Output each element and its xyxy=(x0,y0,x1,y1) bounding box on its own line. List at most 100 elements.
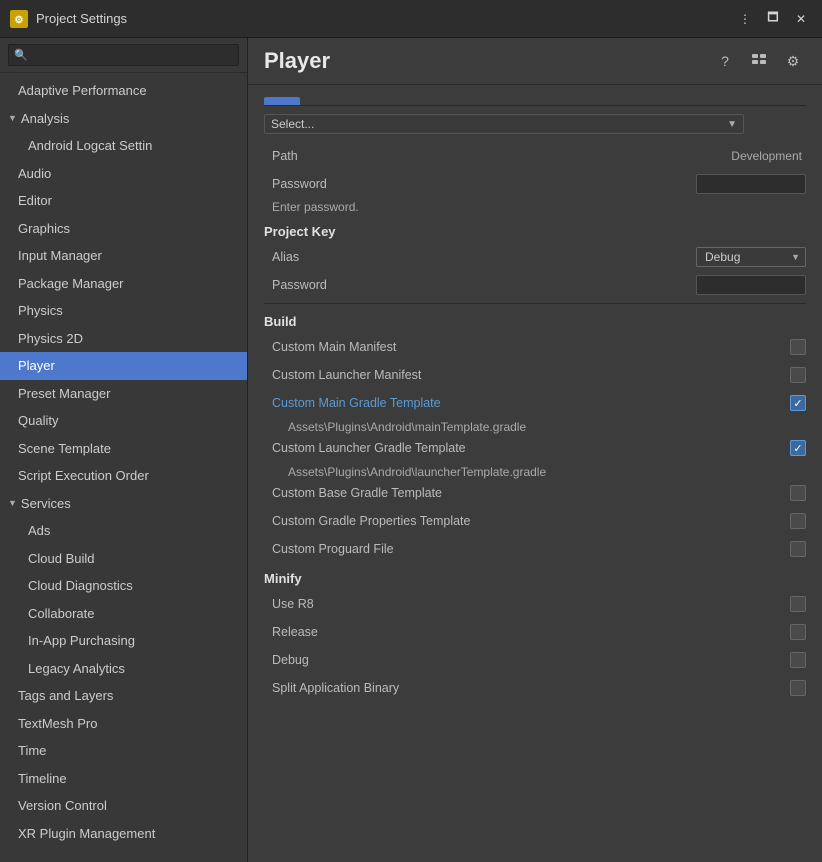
page-title: Player xyxy=(264,48,712,74)
sidebar-item-audio[interactable]: Audio xyxy=(0,160,247,188)
expand-icon-services: ▼ xyxy=(8,497,17,511)
custom-base-gradle-label: Custom Base Gradle Template xyxy=(264,486,790,500)
launcher-gradle-path-row: Assets\Plugins\Android\launcherTemplate.… xyxy=(264,464,806,479)
custom-base-gradle-checkbox[interactable] xyxy=(790,485,806,501)
minify-section: Minify xyxy=(264,571,806,586)
alias-dropdown-wrapper: Debug Release ▼ xyxy=(696,247,806,267)
custom-launcher-manifest-checkbox[interactable] xyxy=(790,367,806,383)
debug-checkbox[interactable] xyxy=(790,652,806,668)
password-row-2: Password xyxy=(264,273,806,297)
main-gradle-path-row: Assets\Plugins\Android\mainTemplate.grad… xyxy=(264,419,806,434)
platform-tab[interactable] xyxy=(264,97,300,105)
build-item-6: Custom Proguard File xyxy=(264,537,806,561)
build-item-0: Custom Main Manifest xyxy=(264,335,806,359)
minify-item-0: Use R8 xyxy=(264,592,806,616)
sidebar-item-in-app-purchasing[interactable]: In-App Purchasing xyxy=(0,627,247,655)
sidebar-item-version-control[interactable]: Version Control xyxy=(0,792,247,820)
window-title: Project Settings xyxy=(36,11,734,26)
content-area: Player ? ⚙ xyxy=(248,38,822,862)
layout-button[interactable] xyxy=(746,48,772,74)
password-label-1: Password xyxy=(264,177,696,191)
path-row: Path Development xyxy=(264,144,806,168)
custom-main-manifest-label: Custom Main Manifest xyxy=(264,340,790,354)
svg-text:⚙: ⚙ xyxy=(15,15,24,26)
custom-main-gradle-label[interactable]: Custom Main Gradle Template xyxy=(264,396,790,410)
header-icons: ? ⚙ xyxy=(712,48,806,74)
sidebar-item-script-execution-order[interactable]: Script Execution Order xyxy=(0,462,247,490)
search-bar: 🔍 xyxy=(0,38,247,73)
title-bar: ⚙ Project Settings ⋮ 🗖 ✕ xyxy=(0,0,822,38)
sidebar-item-ads[interactable]: Ads xyxy=(0,517,247,545)
use-r8-label: Use R8 xyxy=(264,597,790,611)
sidebar-item-physics-2d[interactable]: Physics 2D xyxy=(0,325,247,353)
content-body: Select... ▼ Path Development Password En… xyxy=(248,85,822,862)
sidebar-item-package-manager[interactable]: Package Manager xyxy=(0,270,247,298)
custom-launcher-manifest-label: Custom Launcher Manifest xyxy=(264,368,790,382)
custom-launcher-gradle-checkbox[interactable]: ✓ xyxy=(790,440,806,456)
use-r8-checkbox[interactable] xyxy=(790,596,806,612)
sidebar-item-preset-manager[interactable]: Preset Manager xyxy=(0,380,247,408)
custom-launcher-gradle-label: Custom Launcher Gradle Template xyxy=(264,441,790,455)
main-gradle-path: Assets\Plugins\Android\mainTemplate.grad… xyxy=(288,420,526,434)
password-row-1: Password xyxy=(264,172,806,196)
password-input-2[interactable] xyxy=(696,275,806,295)
sidebar-list: Adaptive Performance ▼ Analysis Android … xyxy=(0,73,247,862)
close-button[interactable]: ✕ xyxy=(790,8,812,30)
sidebar-item-quality[interactable]: Quality xyxy=(0,407,247,435)
sidebar-item-textmesh-pro[interactable]: TextMesh Pro xyxy=(0,710,247,738)
build-item-2: Custom Main Gradle Template ✓ xyxy=(264,391,806,415)
minify-item-2: Debug xyxy=(264,648,806,672)
sidebar-item-android-logcat[interactable]: Android Logcat Settin xyxy=(0,132,247,160)
custom-main-manifest-checkbox[interactable] xyxy=(790,339,806,355)
sidebar-item-input-manager[interactable]: Input Manager xyxy=(0,242,247,270)
search-input[interactable] xyxy=(8,44,239,66)
sidebar-item-xr-plugin-management[interactable]: XR Plugin Management xyxy=(0,820,247,848)
alias-label: Alias xyxy=(264,250,696,264)
password-label-2: Password xyxy=(264,278,696,292)
select-row: Select... ▼ xyxy=(264,112,806,136)
release-checkbox[interactable] xyxy=(790,624,806,640)
split-app-binary-label: Split Application Binary xyxy=(264,681,790,695)
sidebar-item-timeline[interactable]: Timeline xyxy=(0,765,247,793)
select-dropdown[interactable]: Select... ▼ xyxy=(264,114,744,134)
sidebar: 🔍 Adaptive Performance ▼ Analysis Androi… xyxy=(0,38,248,862)
sidebar-item-player[interactable]: Player xyxy=(0,352,247,380)
build-section: Build xyxy=(264,314,806,329)
path-label: Path xyxy=(264,149,731,163)
build-item-5: Custom Gradle Properties Template xyxy=(264,509,806,533)
sidebar-item-physics[interactable]: Physics xyxy=(0,297,247,325)
sidebar-item-editor[interactable]: Editor xyxy=(0,187,247,215)
sidebar-item-graphics[interactable]: Graphics xyxy=(0,215,247,243)
development-label: Development xyxy=(731,149,806,163)
sidebar-item-tags-and-layers[interactable]: Tags and Layers xyxy=(0,682,247,710)
minify-item-1: Release xyxy=(264,620,806,644)
settings-button[interactable]: ⚙ xyxy=(780,48,806,74)
custom-proguard-checkbox[interactable] xyxy=(790,541,806,557)
sidebar-item-analysis[interactable]: ▼ Analysis xyxy=(0,105,247,133)
sidebar-item-scene-template[interactable]: Scene Template xyxy=(0,435,247,463)
split-app-binary-checkbox[interactable] xyxy=(790,680,806,696)
window-controls: ⋮ 🗖 ✕ xyxy=(734,8,812,30)
custom-main-gradle-checkbox[interactable]: ✓ xyxy=(790,395,806,411)
custom-gradle-properties-label: Custom Gradle Properties Template xyxy=(264,514,790,528)
custom-gradle-properties-checkbox[interactable] xyxy=(790,513,806,529)
sidebar-item-adaptive-performance[interactable]: Adaptive Performance xyxy=(0,77,247,105)
sidebar-item-cloud-diagnostics[interactable]: Cloud Diagnostics xyxy=(0,572,247,600)
help-button[interactable]: ? xyxy=(712,48,738,74)
expand-icon: ▼ xyxy=(8,112,17,126)
build-item-4: Custom Base Gradle Template xyxy=(264,481,806,505)
enter-password-note: Enter password. xyxy=(264,200,806,214)
sidebar-item-legacy-analytics[interactable]: Legacy Analytics xyxy=(0,655,247,683)
sidebar-item-services[interactable]: ▼ Services xyxy=(0,490,247,518)
alias-dropdown[interactable]: Debug Release xyxy=(696,247,806,267)
build-item-3: Custom Launcher Gradle Template ✓ xyxy=(264,436,806,460)
menu-button[interactable]: ⋮ xyxy=(734,8,756,30)
sidebar-item-collaborate[interactable]: Collaborate xyxy=(0,600,247,628)
password-input-1[interactable] xyxy=(696,174,806,194)
sidebar-item-cloud-build[interactable]: Cloud Build xyxy=(0,545,247,573)
app-icon: ⚙ xyxy=(10,10,28,28)
content-header: Player ? ⚙ xyxy=(248,38,822,85)
split-app-binary-row: Split Application Binary xyxy=(264,676,806,700)
sidebar-item-time[interactable]: Time xyxy=(0,737,247,765)
maximize-button[interactable]: 🗖 xyxy=(762,8,784,30)
